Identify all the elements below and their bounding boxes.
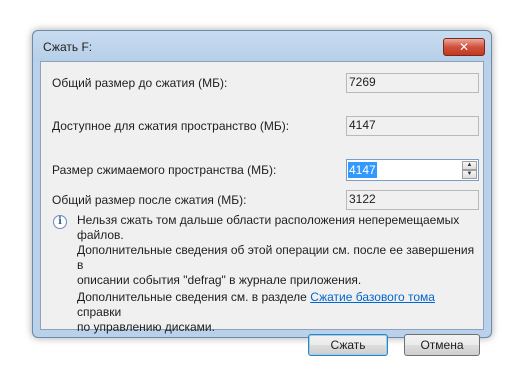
- total-after-label: Общий размер после сжатия (МБ):: [52, 193, 247, 207]
- close-icon: ✕: [458, 40, 470, 54]
- help-suffix: справки: [77, 305, 122, 319]
- info-message: Нельзя сжать том дальше области располож…: [77, 213, 477, 288]
- shrink-dialog: Сжать F: ✕ Общий размер до сжатия (МБ): …: [32, 30, 492, 356]
- total-before-label: Общий размер до сжатия (МБ):: [52, 76, 228, 90]
- total-before-value: 7269: [346, 73, 479, 93]
- dialog-body: Общий размер до сжатия (МБ): 7269 Доступ…: [40, 61, 484, 356]
- title-bar[interactable]: Сжать F: ✕: [33, 31, 491, 61]
- info-line-1: Нельзя сжать том дальше области располож…: [77, 213, 460, 242]
- spin-down-button[interactable]: ▼: [462, 170, 477, 179]
- dialog-title: Сжать F:: [43, 40, 93, 54]
- spin-up-button[interactable]: ▲: [462, 161, 477, 170]
- close-button[interactable]: ✕: [443, 38, 485, 56]
- shrink-size-input[interactable]: 4147: [348, 162, 377, 178]
- available-value: 4147: [346, 116, 479, 136]
- chevron-down-icon: ▼: [466, 171, 473, 177]
- cancel-button[interactable]: Отмена: [404, 334, 480, 356]
- help-prefix: Дополнительные сведения см. в разделе: [77, 290, 311, 304]
- shrink-size-stepper[interactable]: 4147 ▲ ▼: [346, 159, 479, 181]
- info-line-2: Дополнительные сведения об этой операции…: [77, 243, 475, 272]
- total-after-value: 3122: [346, 190, 479, 210]
- help-line-2: по управлению дисками.: [77, 320, 215, 334]
- shrink-size-label: Размер сжимаемого пространства (МБ):: [52, 163, 277, 177]
- info-icon: i: [53, 215, 67, 229]
- help-message: Дополнительные сведения см. в разделе Сж…: [77, 290, 477, 335]
- shrink-button[interactable]: Сжать: [308, 334, 388, 356]
- available-label: Доступное для сжатия пространство (МБ):: [52, 119, 290, 133]
- info-line-3: описании события "defrag" в журнале прил…: [77, 273, 362, 287]
- chevron-up-icon: ▲: [466, 162, 473, 168]
- help-link[interactable]: Сжатие базового тома: [310, 290, 435, 304]
